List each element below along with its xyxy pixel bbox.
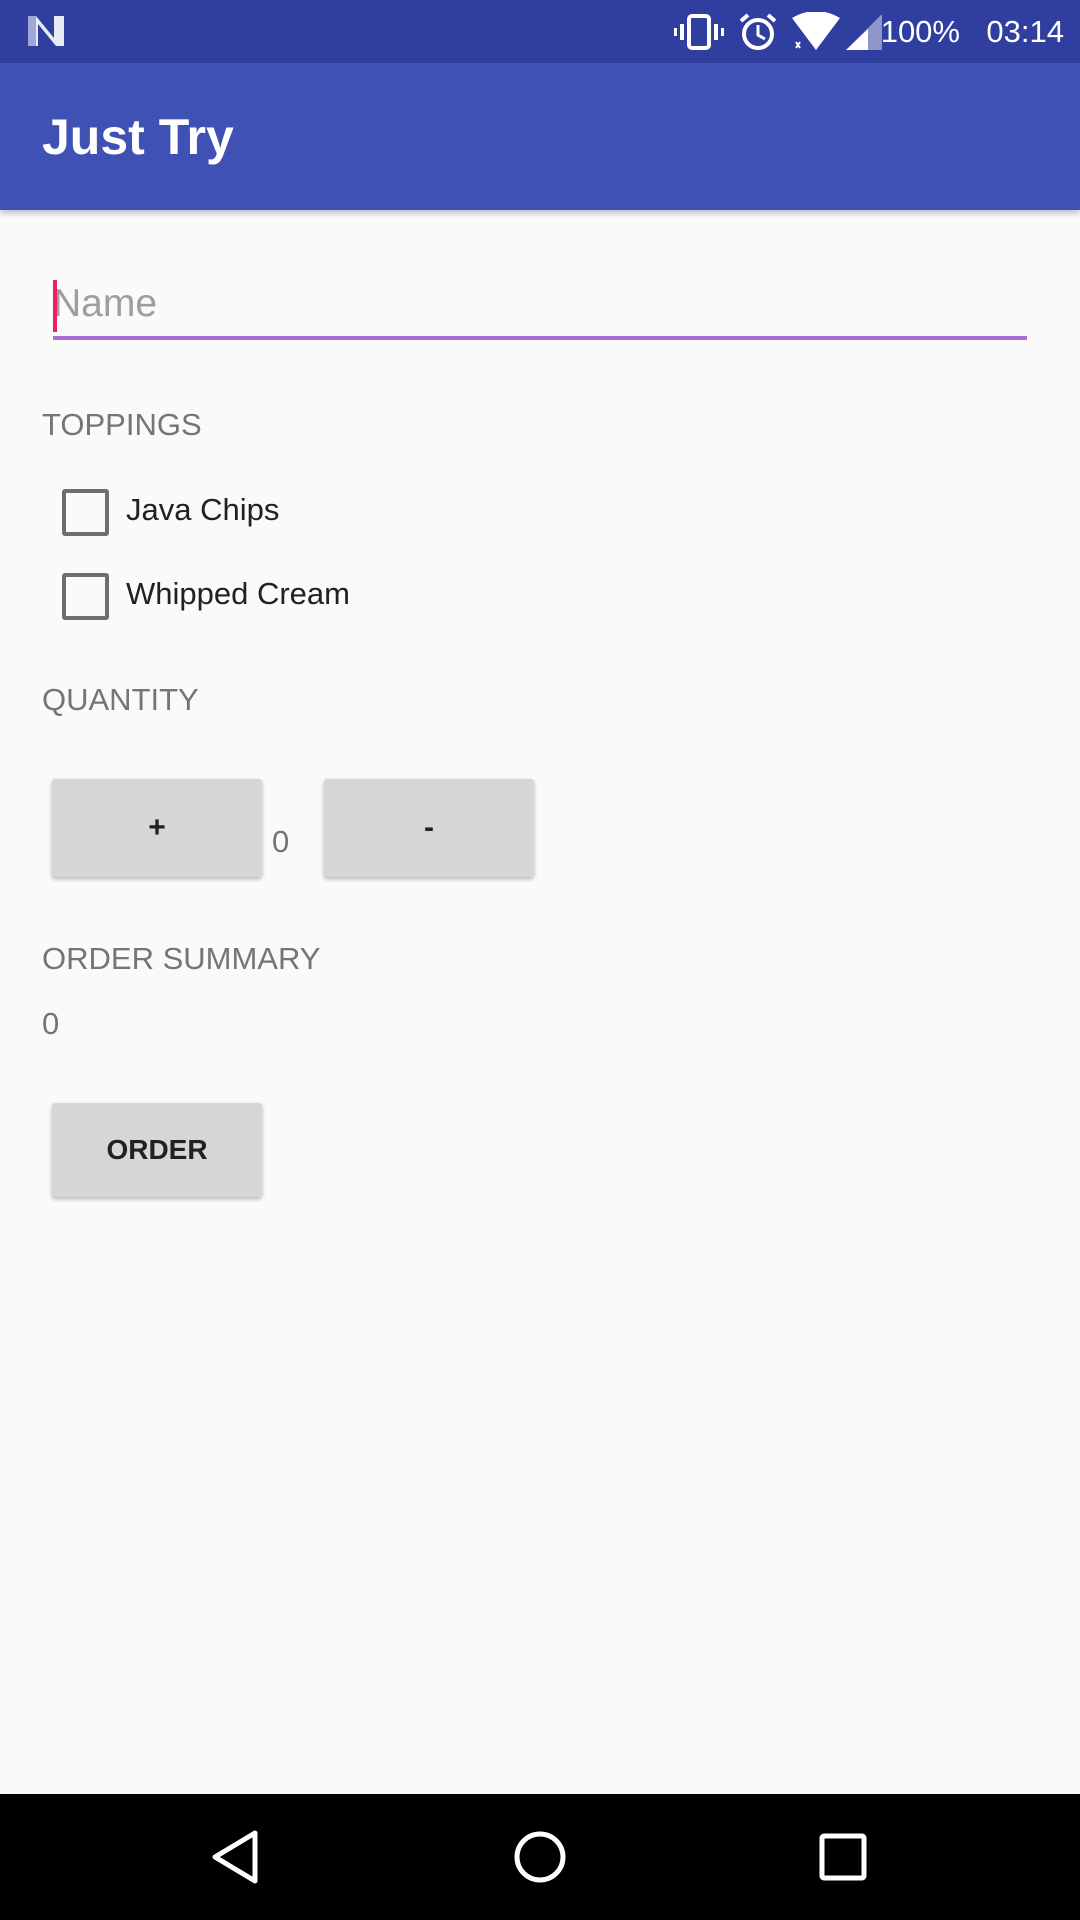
toppings-header: TOPPINGS [42, 407, 202, 442]
decrement-button[interactable]: - [324, 779, 534, 877]
increment-button[interactable]: + [52, 779, 262, 877]
whipped-cream-checkbox[interactable]: Whipped Cream [58, 569, 558, 625]
text-cursor [53, 280, 57, 332]
name-field[interactable] [53, 272, 1027, 342]
wifi-icon [792, 12, 840, 50]
recents-icon[interactable] [813, 1827, 873, 1887]
app-bar: Just Try [0, 63, 1080, 210]
n-logo-icon [28, 16, 64, 46]
back-icon[interactable] [207, 1827, 267, 1887]
home-icon[interactable] [510, 1827, 570, 1887]
app-title: Just Try [42, 109, 234, 165]
battery-level: 100% [880, 14, 960, 49]
order-button[interactable]: ORDER [52, 1103, 262, 1197]
checkbox-label: Java Chips [126, 492, 280, 527]
vibrate-icon [674, 14, 724, 50]
signal-icon [846, 14, 882, 50]
quantity-value: 0 [272, 824, 290, 859]
name-field-underline [53, 336, 1027, 340]
checkbox-label: Whipped Cream [126, 576, 350, 611]
quantity-header: QUANTITY [42, 682, 199, 717]
java-chips-checkbox[interactable]: Java Chips [58, 485, 558, 541]
navigation-bar [0, 1794, 1080, 1920]
clock: 03:14 [986, 14, 1064, 49]
alarm-icon [739, 13, 777, 50]
status-bar: 100% 03:14 [0, 0, 1080, 63]
name-input[interactable] [53, 272, 1027, 336]
checkbox-icon[interactable] [62, 489, 109, 536]
order-summary-header: ORDER SUMMARY [42, 941, 321, 976]
checkbox-icon[interactable] [62, 573, 109, 620]
screen: 100% 03:14 Just Try TOPPINGS Java Chips … [0, 0, 1080, 1920]
order-summary-value: 0 [42, 1006, 60, 1041]
